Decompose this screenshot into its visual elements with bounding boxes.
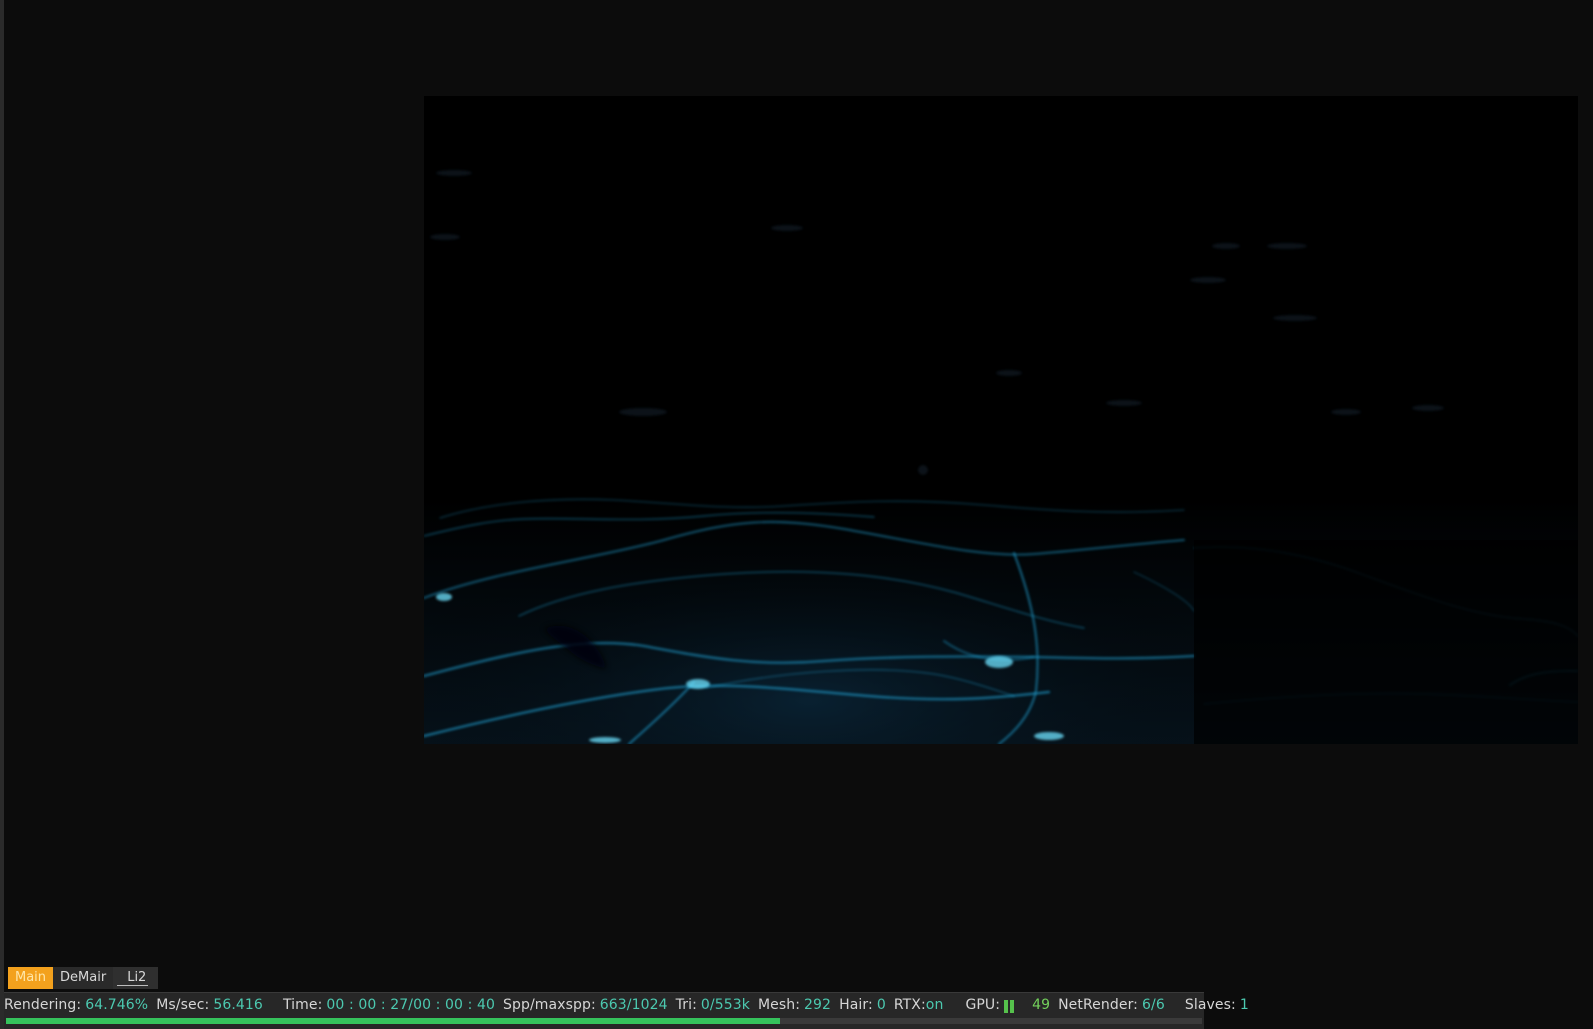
- hair-label: Hair:: [839, 997, 873, 1013]
- seafloor-glow: [424, 456, 1194, 744]
- triangle-status: Tri: 0/553k: [676, 997, 750, 1013]
- gpu-bar-icon: [1004, 999, 1009, 1013]
- rtx-label: RTX:: [893, 997, 926, 1013]
- render-progress-bar: [6, 1018, 1202, 1024]
- tab-li2[interactable]: Li2: [113, 967, 159, 989]
- ms-sec-value: 56.416: [213, 997, 263, 1013]
- rtx-value: on: [925, 997, 944, 1013]
- mesh-label: Mesh:: [757, 997, 801, 1013]
- tab-demain[interactable]: DeMair: [53, 967, 114, 989]
- time-label: Time:: [282, 997, 323, 1013]
- ms-sec-label: Ms/sec:: [156, 997, 210, 1013]
- render-progress-fill: [6, 1018, 781, 1024]
- triangle-label: Tri:: [675, 997, 697, 1013]
- gpu-value: 49: [1032, 997, 1051, 1013]
- hair-status: Hair: 0: [839, 997, 886, 1013]
- triangle-value: 0/553k: [700, 997, 750, 1013]
- time-value: 00 : 00 : 27/00 : 00 : 40: [326, 997, 495, 1013]
- hair-value: 0: [876, 997, 886, 1013]
- status-metrics: Rendering: 64.746% Ms/sec: 56.416 Time: …: [4, 994, 1257, 1016]
- slaves-label: Slaves:: [1184, 997, 1236, 1013]
- netrender-value: 6/6: [1142, 997, 1165, 1013]
- rendering-label: Rendering:: [4, 997, 82, 1013]
- gpu-bar-icon: [1010, 999, 1015, 1013]
- rendering-value: 64.746%: [85, 997, 149, 1013]
- mesh-status: Mesh: 292: [758, 997, 831, 1013]
- spp-label: Spp/maxspp:: [503, 997, 596, 1013]
- mesh-value: 292: [804, 997, 832, 1013]
- window-left-edge: [0, 0, 4, 1029]
- rtx-status: RTX: on: [894, 997, 944, 1013]
- render-status-bar: Rendering: 64.746% Ms/sec: 56.416 Time: …: [4, 992, 1249, 1029]
- spp-status: Spp/maxspp: 663/1024: [503, 997, 668, 1013]
- slaves-status: Slaves: 1: [1185, 997, 1249, 1013]
- netrender-status: NetRender: 6/6: [1058, 997, 1165, 1013]
- rendering-status: Rendering: 64.746%: [4, 997, 148, 1013]
- render-viewport[interactable]: [424, 96, 1578, 744]
- render-preview-image: [424, 96, 1578, 744]
- underwater-render-preview: [424, 96, 1578, 744]
- unfinished-render-bucket: [1194, 540, 1578, 744]
- tab-main[interactable]: Main: [8, 967, 54, 989]
- ms-sec-status: Ms/sec: 56.416: [156, 997, 263, 1013]
- netrender-label: NetRender:: [1058, 997, 1138, 1013]
- render-tabs: Main DeMair Li2: [8, 967, 159, 989]
- gpu-status: GPU: 49: [965, 997, 1050, 1013]
- render-viewer-window: Main DeMair Li2 Rendering: 64.746% Ms/se…: [0, 0, 1593, 1029]
- spp-value: 663/1024: [599, 997, 668, 1013]
- time-status: Time: 00 : 00 : 27/00 : 00 : 40: [283, 997, 495, 1013]
- gpu-status-icon: [1004, 999, 1015, 1013]
- gpu-label: GPU:: [965, 997, 1001, 1013]
- slaves-value: 1: [1239, 997, 1249, 1013]
